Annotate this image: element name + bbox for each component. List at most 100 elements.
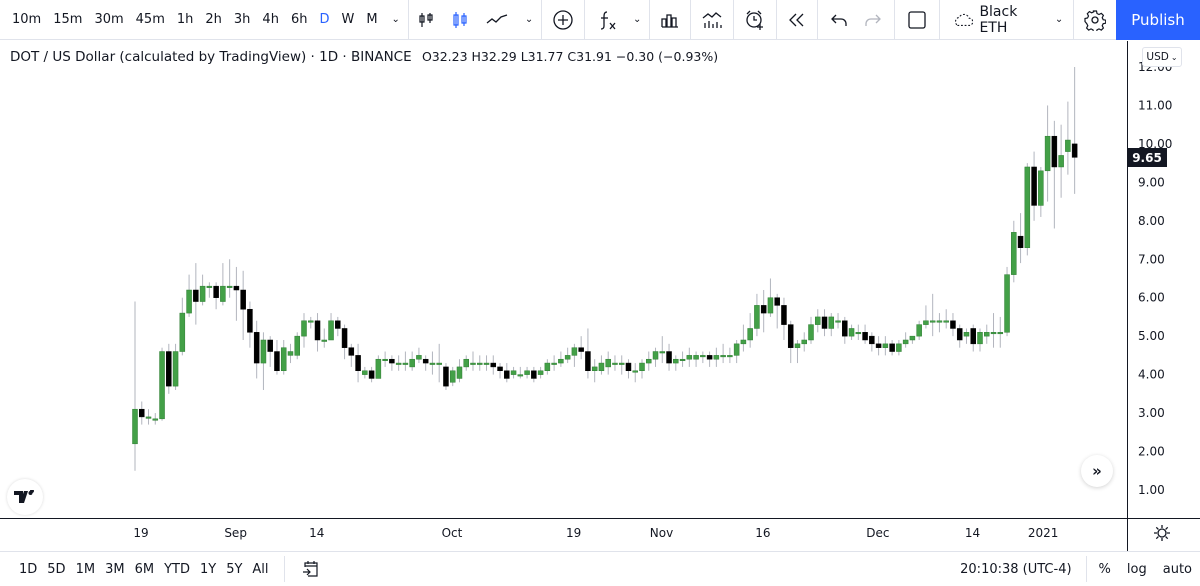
range-all[interactable]: All — [247, 562, 273, 577]
range-ytd[interactable]: YTD — [159, 562, 195, 577]
candle-up — [328, 320, 334, 341]
chart-type-more-button[interactable]: ⌄ — [517, 0, 541, 40]
candle-down — [842, 320, 848, 337]
timeframe-30m[interactable]: 30m — [88, 0, 129, 40]
candle-up — [402, 362, 409, 365]
range-1y[interactable]: 1Y — [195, 562, 221, 577]
candle-up — [1024, 166, 1031, 248]
timeframe-2h[interactable]: 2h — [199, 0, 228, 40]
candle-up — [1004, 274, 1010, 333]
candle-down — [253, 332, 260, 364]
redo-button[interactable] — [856, 0, 894, 40]
timeframe-more-button[interactable]: ⌄ — [384, 0, 408, 40]
candle-up — [848, 328, 855, 337]
symbol-title[interactable]: DOT / US Dollar (calculated by TradingVi… — [10, 49, 412, 65]
axis-settings-button[interactable] — [1150, 522, 1174, 544]
layout-name-button[interactable]: Black ETH — [940, 0, 1049, 40]
candle-down — [760, 305, 767, 314]
candle-up — [524, 370, 530, 375]
candle-up — [909, 335, 916, 341]
candle-up — [362, 370, 368, 375]
x-tick-label: 14 — [309, 526, 324, 540]
range-1d[interactable]: 1D — [14, 562, 42, 577]
range-6m[interactable]: 6M — [130, 562, 160, 577]
timeframe-m[interactable]: M — [360, 0, 383, 40]
candle-down — [166, 351, 172, 387]
line-style-button[interactable] — [477, 0, 517, 40]
candle-down — [1071, 143, 1078, 158]
timeframe-15m[interactable]: 15m — [47, 0, 88, 40]
timeframe-w[interactable]: W — [335, 0, 360, 40]
timeframe-3h[interactable]: 3h — [228, 0, 257, 40]
compare-button[interactable] — [691, 0, 733, 40]
select-layout-icon — [908, 10, 926, 29]
candle-down — [706, 355, 713, 360]
publish-button[interactable]: Publish — [1116, 0, 1200, 40]
x-tick-label: 16 — [755, 526, 770, 540]
alert-button[interactable] — [734, 0, 776, 40]
x-tick-label: 19 — [566, 526, 581, 540]
candle-down — [956, 328, 963, 341]
timeframe-4h[interactable]: 4h — [256, 0, 285, 40]
candle-down — [497, 366, 503, 372]
redo-icon — [865, 14, 881, 26]
auto-scale-toggle[interactable]: auto — [1155, 562, 1200, 577]
tradingview-logo[interactable] — [7, 479, 43, 515]
x-tick-label: Sep — [224, 526, 247, 540]
candle-up — [733, 343, 740, 356]
range-3m[interactable]: 3M — [100, 562, 130, 577]
candle-down — [821, 316, 828, 329]
candle-up — [132, 408, 138, 445]
percent-scale-toggle[interactable]: % — [1091, 562, 1119, 577]
undo-icon — [831, 14, 847, 26]
candle-up — [517, 374, 524, 377]
go-to-date-button[interactable] — [295, 559, 327, 579]
candle-up — [997, 332, 1004, 335]
range-1m[interactable]: 1M — [71, 562, 101, 577]
chevron-down-icon: ⌄ — [391, 14, 400, 25]
indicators-button[interactable] — [585, 0, 625, 40]
candle-up — [564, 355, 571, 360]
candle-down — [368, 370, 375, 379]
layout-menu-button[interactable]: ⌄ — [1049, 0, 1073, 40]
candle-up — [896, 343, 902, 352]
price-chart[interactable]: 1.002.003.004.005.006.007.008.009.0010.0… — [0, 41, 1200, 551]
candle-up — [436, 362, 442, 365]
bar-style-icon — [419, 12, 433, 27]
candle-down — [531, 370, 537, 379]
templates-button[interactable] — [650, 0, 690, 40]
candle-down — [1017, 235, 1024, 248]
range-5d[interactable]: 5D — [42, 562, 70, 577]
clock-timezone[interactable]: 20:10:38 (UTC-4) — [950, 562, 1081, 577]
last-price-label: 9.65 — [1127, 148, 1167, 167]
add-symbol-button[interactable] — [542, 0, 584, 40]
candles-button[interactable] — [443, 0, 477, 40]
indicators-more-button[interactable]: ⌄ — [625, 0, 649, 40]
candle-up — [652, 351, 659, 360]
timeframe-1h[interactable]: 1h — [171, 0, 200, 40]
candle-up — [483, 362, 490, 365]
bar-style-button[interactable] — [409, 0, 443, 40]
range-5y[interactable]: 5Y — [221, 562, 247, 577]
timeframe-d[interactable]: D — [313, 0, 335, 40]
candle-up — [984, 332, 990, 337]
currency-button[interactable]: USD ⌄ — [1142, 47, 1182, 67]
y-tick-label: 3.00 — [1138, 406, 1165, 420]
candle-up — [294, 335, 300, 356]
candle-up — [591, 366, 598, 372]
log-scale-toggle[interactable]: log — [1119, 562, 1155, 577]
scroll-to-realtime-button[interactable]: » — [1081, 455, 1113, 487]
bottom-toolbar: 1D 5D 1M 3M 6M YTD 1Y 5Y All 20:10:38 (UTC-4) % … — [0, 551, 1200, 586]
candle-up — [713, 355, 720, 360]
undo-button[interactable] — [818, 0, 856, 40]
candle-up — [598, 362, 605, 372]
select-layout-button[interactable] — [895, 0, 939, 40]
replay-button[interactable] — [777, 0, 817, 40]
candle-up — [544, 362, 551, 372]
timeframe-45m[interactable]: 45m — [130, 0, 171, 40]
candle-down — [139, 408, 145, 418]
timeframe-10m[interactable]: 10m — [6, 0, 47, 40]
candle-up — [395, 362, 402, 365]
timeframe-6h[interactable]: 6h — [285, 0, 314, 40]
settings-button[interactable] — [1074, 0, 1116, 40]
